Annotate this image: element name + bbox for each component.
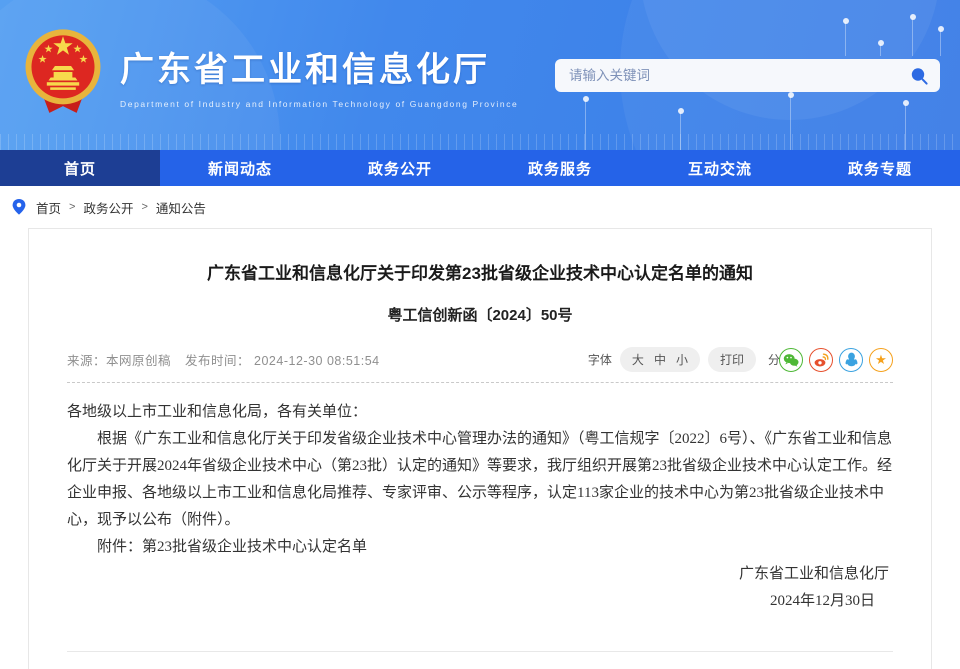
body-paragraph: 各地级以上市工业和信息化局，各有关单位： [67,399,893,426]
national-emblem [20,26,106,118]
weibo-share-icon[interactable] [809,348,833,372]
signature-date: 2024年12月30日 [67,588,893,615]
body-paragraph: 附件：第23批省级企业技术中心认定名单 [67,534,893,561]
font-size-medium-button[interactable]: 中 [654,351,666,368]
location-pin-icon [12,199,26,215]
document-number: 粤工信创新函〔2024〕50号 [67,304,893,325]
qq-share-icon[interactable] [839,348,863,372]
main-nav: 首页 新闻动态 政务公开 政务服务 互动交流 政务专题 [0,150,960,186]
print-button[interactable]: 打印 [708,347,756,372]
nav-item-home[interactable]: 首页 [0,150,160,186]
search-bar [555,59,940,92]
site-subtitle-en: Department of Industry and Information T… [120,99,518,109]
search-input[interactable] [569,68,908,83]
site-header: 广东省工业和信息化厅 Department of Industry and In… [0,0,960,150]
breadcrumb-home[interactable]: 首页 [36,198,61,217]
breadcrumb-notices[interactable]: 通知公告 [156,198,206,217]
body-paragraph: 根据《广东工业和信息化厅关于印发省级企业技术中心管理办法的通知》（粤工信规字〔2… [67,426,893,534]
breadcrumb: 首页 > 政务公开 > 通知公告 [0,186,960,228]
site-title[interactable]: 广东省工业和信息化厅 [120,42,518,91]
share-icons: ★ [779,348,893,372]
wechat-share-icon[interactable] [779,348,803,372]
article-meta-row: 来源：本网原创稿发布时间： 2024-12-30 08:51:54 字体 大 中… [67,347,893,383]
breadcrumb-separator: > [69,201,75,213]
attachment-divider [67,651,893,652]
nav-item-interaction[interactable]: 互动交流 [640,150,800,186]
article-title: 广东省工业和信息化厅关于印发第23批省级企业技术中心认定名单的通知 [67,259,893,284]
font-size-small-button[interactable]: 小 [676,351,688,368]
article-toolbar: 字体 大 中 小 打印 分享 [588,347,893,372]
font-size-switcher: 大 中 小 [620,347,700,372]
font-size-label: 字体 [588,351,612,368]
nav-item-gov-disclosure[interactable]: 政务公开 [320,150,480,186]
font-size-large-button[interactable]: 大 [632,351,644,368]
breadcrumb-separator: > [141,201,147,213]
nav-item-special-topics[interactable]: 政务专题 [800,150,960,186]
publish-time-label: 发布时间： [185,354,250,368]
article-body: 各地级以上市工业和信息化局，各有关单位： 根据《广东工业和信息化厅关于印发省级企… [67,399,893,615]
search-button[interactable] [908,65,930,87]
publish-time-value: 2024-12-30 08:51:54 [254,354,380,368]
nav-item-gov-services[interactable]: 政务服务 [480,150,640,186]
signature-org: 广东省工业和信息化厅 [67,561,893,588]
qzone-share-icon[interactable]: ★ [869,348,893,372]
article-container: 广东省工业和信息化厅关于印发第23批省级企业技术中心认定名单的通知 粤工信创新函… [28,228,932,669]
search-icon [908,65,930,87]
source-value: 本网原创稿 [106,354,171,368]
source-label: 来源： [67,354,106,368]
nav-item-news[interactable]: 新闻动态 [160,150,320,186]
article-meta: 来源：本网原创稿发布时间： 2024-12-30 08:51:54 [67,350,380,369]
breadcrumb-gov-disclosure[interactable]: 政务公开 [83,198,133,217]
